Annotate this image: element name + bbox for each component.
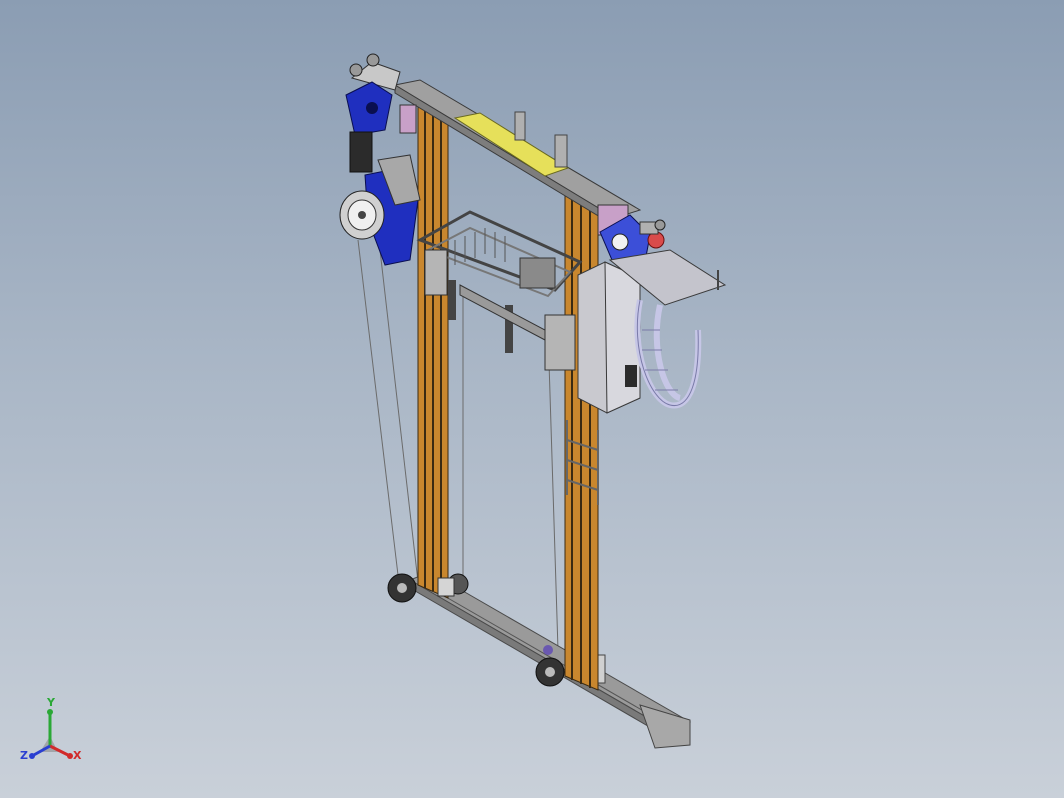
left-motor-body [349,131,373,173]
left-column [417,99,455,599]
cabinet-vent [625,365,637,387]
wheels [387,573,565,687]
triad-z-label: Z [20,749,28,762]
hoist-frame-model[interactable] [0,0,1064,798]
beam-highlight [453,112,570,177]
triad-x-label: X [73,749,82,762]
left-bearing-block [399,104,417,134]
carriage-side-plate [544,314,576,371]
coordinate-triad: Y X Z [18,696,90,772]
triad-y-label: Y [47,696,55,709]
model-viewport[interactable]: Y X Z [0,0,1064,798]
carriage-motor [519,257,556,289]
